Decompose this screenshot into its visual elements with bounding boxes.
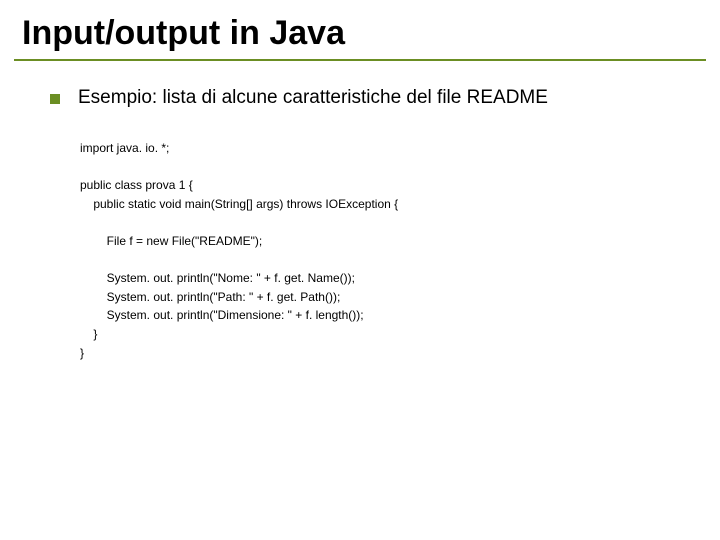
code-line: System. out. println("Path: " + f. get. … <box>80 290 340 304</box>
code-line: } <box>80 346 84 360</box>
code-line: System. out. println("Dimensione: " + f.… <box>80 308 364 322</box>
code-line: } <box>80 327 97 341</box>
slide-title: Input/output in Java <box>0 0 720 59</box>
bullet-text: Esempio: lista di alcune caratteristiche… <box>78 87 548 109</box>
code-block: import java. io. *; public class prova 1… <box>80 139 680 362</box>
code-line: public class prova 1 { <box>80 178 193 192</box>
bullet-item: Esempio: lista di alcune caratteristiche… <box>50 87 680 109</box>
slide-body: Esempio: lista di alcune caratteristiche… <box>0 61 720 362</box>
code-line: File f = new File("README"); <box>80 234 262 248</box>
code-line: public static void main(String[] args) t… <box>80 197 398 211</box>
slide: Input/output in Java Esempio: lista di a… <box>0 0 720 540</box>
code-line: import java. io. *; <box>80 141 169 155</box>
square-bullet-icon <box>50 94 60 104</box>
code-line: System. out. println("Nome: " + f. get. … <box>80 271 355 285</box>
